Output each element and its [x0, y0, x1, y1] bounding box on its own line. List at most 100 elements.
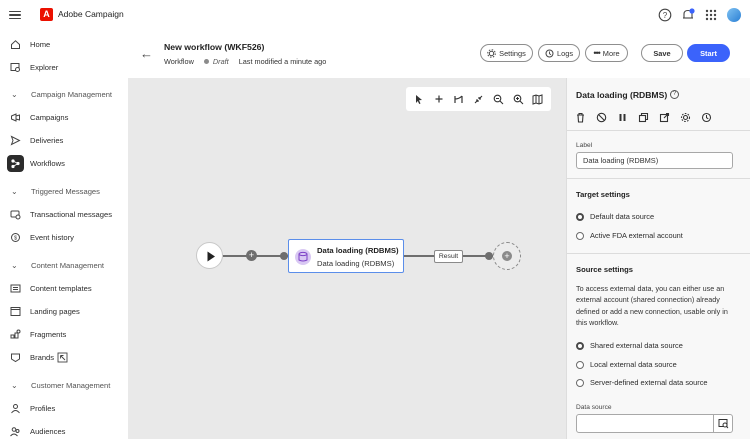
svg-text:$: $ — [14, 235, 17, 241]
sidebar-item-audiences[interactable]: Audiences — [0, 422, 128, 439]
workflow-header: ← New workflow (WKF526) Workflow Draft L… — [128, 31, 750, 78]
back-arrow-icon[interactable]: ← — [140, 46, 153, 61]
logs-button[interactable]: Logs — [538, 44, 580, 62]
chevron-down-icon: ⌄ — [11, 186, 18, 196]
start-button[interactable]: Start — [687, 44, 730, 62]
pointer-icon[interactable] — [412, 92, 426, 106]
collapse-icon[interactable] — [471, 92, 485, 106]
menu-icon[interactable] — [9, 9, 21, 21]
sidebar-item-label: Brands — [30, 352, 55, 362]
save-button[interactable]: Save — [641, 44, 683, 62]
radio-default-data-source[interactable]: Default data source — [576, 212, 654, 221]
explorer-icon — [10, 62, 20, 72]
sidebar-item-landing-pages[interactable]: Landing pages — [0, 302, 128, 320]
history-icon[interactable] — [699, 110, 713, 124]
play-icon — [207, 251, 215, 262]
sidebar-item-label: Deliveries — [30, 135, 64, 145]
label-field[interactable]: Data loading (RDBMS) — [576, 152, 733, 169]
data-source-caption: Data source — [576, 404, 612, 411]
delete-icon[interactable] — [573, 110, 587, 124]
workflow-canvas[interactable]: + Data loading (RDBMS) Data loading (RDB… — [128, 78, 566, 439]
settings-button[interactable]: Settings — [480, 44, 533, 62]
source-description: To access external data, you can either … — [576, 284, 728, 327]
audiences-icon — [10, 426, 20, 436]
bell-icon[interactable] — [681, 8, 695, 22]
sidebar-item-label: Fragments — [30, 329, 67, 339]
sidebar-item-label: Content templates — [30, 283, 92, 293]
sidebar-section-label: Content Management — [31, 260, 105, 270]
sidebar-item-home[interactable]: Home — [0, 35, 128, 53]
sidebar-item-fragments[interactable]: Fragments — [0, 325, 128, 343]
zoom-out-icon[interactable] — [491, 92, 505, 106]
sidebar-item-explorer[interactable]: Explorer — [0, 58, 128, 76]
radio-active-fda-external-account[interactable]: Active FDA external account — [576, 231, 683, 240]
sidebar-section-label: Triggered Messages — [31, 186, 100, 196]
disable-icon[interactable] — [594, 110, 608, 124]
sidebar-section-content-management[interactable]: ⌄ Content Management — [0, 256, 128, 274]
chevron-down-icon: ⌄ — [11, 260, 18, 270]
radio-label: Server-defined external data source — [590, 378, 708, 387]
landing-page-icon — [10, 306, 21, 316]
more-button[interactable]: ••• More — [585, 44, 628, 62]
sidebar-item-campaigns[interactable]: Campaigns — [0, 108, 128, 126]
copy-icon[interactable] — [636, 110, 650, 124]
radio-label: Default data source — [590, 212, 655, 221]
connector-dot-icon — [485, 252, 493, 260]
sidebar-item-workflows[interactable]: Workflows — [0, 154, 128, 172]
radio-local-external-data-source[interactable]: Local external data source — [576, 360, 677, 369]
add-activity-icon[interactable]: + — [246, 250, 257, 261]
add-icon[interactable] — [432, 92, 446, 106]
sidebar-item-label: Campaigns — [30, 112, 69, 122]
avatar[interactable] — [727, 8, 741, 22]
sidebar-item-transactional-messages[interactable]: Transactional messages — [0, 205, 128, 223]
plus-icon: + — [502, 251, 512, 261]
pause-icon[interactable] — [615, 110, 629, 124]
campaigns-icon — [11, 112, 20, 122]
home-icon — [11, 39, 20, 49]
radio-label: Active FDA external account — [590, 231, 683, 240]
sidebar-section-campaign-management[interactable]: ⌄ Campaign Management — [0, 85, 128, 103]
gear-icon — [487, 48, 496, 58]
export-icon[interactable] — [657, 110, 671, 124]
start-node[interactable] — [196, 242, 223, 269]
radio-shared-external-data-source[interactable]: Shared external data source — [576, 341, 683, 350]
sidebar-section-triggered-messages[interactable]: ⌄ Triggered Messages — [0, 182, 128, 200]
activity-node-data-loading[interactable]: Data loading (RDBMS) Data loading (RDBMS… — [288, 239, 404, 273]
settings-icon[interactable] — [678, 110, 692, 124]
help-icon[interactable]: ? — [658, 8, 672, 22]
sidebar-item-label: Event history — [30, 232, 74, 242]
logs-label: Logs — [556, 48, 574, 58]
sidebar-item-label: Landing pages — [30, 306, 80, 316]
sidebar-section-customer-management[interactable]: ⌄ Customer Management — [0, 376, 128, 394]
sidebar-item-brands[interactable]: Brands — [0, 348, 128, 366]
sidebar-item-event-history[interactable]: $ Event history — [0, 228, 128, 246]
sidebar-item-label: Explorer — [30, 62, 59, 72]
canvas-toolbar — [406, 87, 551, 111]
sidebar-item-deliveries[interactable]: Deliveries — [0, 131, 128, 149]
add-activity-placeholder[interactable]: + — [493, 242, 521, 270]
radio-server-defined-external-data-source[interactable]: Server-defined external data source — [576, 378, 708, 387]
sidebar-section-label: Campaign Management — [31, 89, 113, 99]
sidebar-item-profiles[interactable]: Profiles — [0, 399, 128, 417]
sidebar-item-label: Audiences — [30, 426, 66, 436]
help-icon[interactable]: ? — [670, 90, 679, 99]
data-source-field[interactable] — [576, 414, 733, 433]
sidebar-item-content-templates[interactable]: Content templates — [0, 279, 128, 297]
map-icon[interactable] — [531, 92, 545, 106]
radio-label: Shared external data source — [590, 341, 683, 350]
fragments-icon — [10, 329, 21, 338]
chevron-down-icon: ⌄ — [11, 380, 18, 390]
last-modified: Last modified a minute ago — [238, 57, 327, 66]
data-loading-icon — [295, 249, 311, 265]
apps-grid-icon[interactable] — [704, 8, 718, 22]
browse-icon — [718, 419, 728, 429]
zoom-in-icon[interactable] — [511, 92, 525, 106]
branch-icon[interactable] — [452, 92, 466, 106]
workflow-icon — [11, 158, 20, 168]
radio-label: Local external data source — [590, 360, 677, 369]
radio-selected-icon — [576, 212, 584, 221]
history-icon — [545, 49, 554, 57]
status-text: Draft — [212, 57, 229, 66]
data-source-picker-button[interactable] — [713, 415, 732, 432]
status-badge: Draft — [203, 57, 229, 66]
